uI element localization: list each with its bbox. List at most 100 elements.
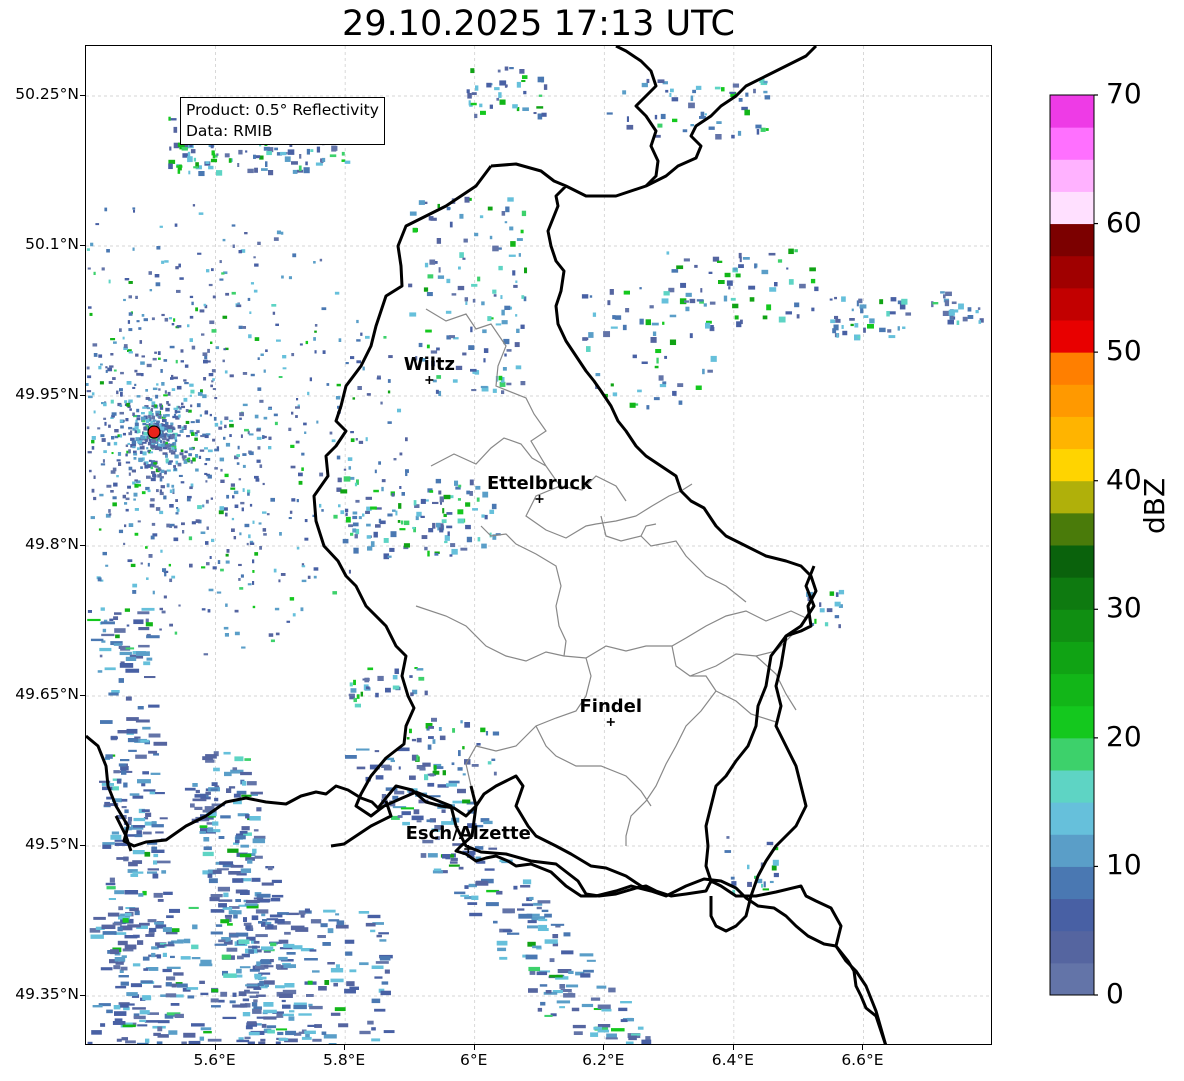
echo-cell <box>365 510 370 514</box>
echo-cell <box>850 323 854 327</box>
echo-cell <box>397 520 401 523</box>
echo-cell <box>101 438 106 442</box>
echo-cell <box>213 767 220 772</box>
echo-cell <box>331 145 337 152</box>
echo-cell <box>194 794 207 798</box>
echo-cell <box>136 830 142 835</box>
echo-cell <box>519 69 525 74</box>
product-label: Product: 0.5° Reflectivity <box>186 101 379 119</box>
echo-cell <box>518 913 533 919</box>
echo-cell <box>254 855 263 859</box>
echo-cell <box>166 469 171 472</box>
echo-cell <box>142 831 152 835</box>
echo-cell <box>607 300 611 306</box>
echo-cell <box>343 476 351 482</box>
echo-cell <box>362 678 365 681</box>
colorbar-bin <box>1050 448 1094 482</box>
colorbar-tick-label: 50 <box>1106 334 1142 368</box>
echo-cell <box>689 298 696 304</box>
echo-cell <box>146 635 160 639</box>
echo-cell <box>141 416 146 421</box>
echo-cell <box>159 607 164 611</box>
echo-cell <box>459 213 464 219</box>
echo-cell <box>950 315 954 319</box>
echo-cell <box>320 923 328 928</box>
echo-cell <box>247 168 254 174</box>
echo-cell <box>110 338 116 341</box>
echo-cell <box>146 447 149 450</box>
echo-cell <box>136 395 141 398</box>
lat-tick <box>80 245 85 246</box>
radar-map[interactable]: Wiltz Ettelbruck Findel Esch/Alzette Produc… <box>85 45 992 1045</box>
echo-cell <box>165 993 177 998</box>
echo-cell <box>660 113 666 120</box>
colorbar-tick-label: 30 <box>1106 591 1142 625</box>
echo-cell <box>654 365 659 369</box>
echo-cell <box>158 448 163 452</box>
echo-cell <box>689 333 693 339</box>
echo-cell <box>270 942 277 947</box>
echo-cell <box>504 66 509 71</box>
lat-tick-label: 49.5°N <box>25 835 79 853</box>
echo-cell <box>366 393 371 396</box>
echo-cell <box>181 402 184 406</box>
echo-cell <box>403 543 410 548</box>
echo-cell <box>336 383 341 387</box>
echo-cell <box>413 500 417 506</box>
echo-cell <box>162 437 167 440</box>
echo-cell <box>724 850 732 853</box>
echo-cell <box>378 461 382 465</box>
echo-cell <box>120 981 129 986</box>
echo-cell <box>132 871 144 874</box>
echo-cell <box>117 940 128 946</box>
echo-cell <box>103 450 107 454</box>
echo-cell <box>183 379 187 382</box>
echo-cell <box>151 821 157 825</box>
echo-cell <box>169 623 174 627</box>
echo-cell <box>580 973 591 978</box>
echo-cell <box>388 355 393 359</box>
echo-cell <box>95 223 100 226</box>
echo-cell <box>416 755 419 761</box>
echo-cell <box>154 274 160 278</box>
echo-cell <box>136 417 141 421</box>
echo-cell <box>501 390 505 395</box>
echo-cell <box>160 369 163 373</box>
echo-cell <box>462 352 467 356</box>
echo-cell <box>465 524 471 530</box>
echo-cell <box>352 397 356 400</box>
map-canvas: WiltzEttelbruckFindelEsch/Alzette <box>86 46 991 1044</box>
echo-cell <box>114 1011 127 1016</box>
echo-cell <box>451 762 455 766</box>
echo-cell <box>731 134 735 139</box>
echo-cell <box>445 310 452 314</box>
lat-tick-label: 49.35°N <box>15 985 79 1003</box>
echo-cell <box>271 894 284 898</box>
echo-cell <box>166 523 170 528</box>
echo-cell <box>102 459 105 463</box>
echo-cell <box>159 510 164 515</box>
echo-cell <box>126 728 138 734</box>
echo-cell <box>151 846 158 850</box>
echo-cell <box>169 345 175 349</box>
colorbar-bin <box>1050 191 1094 225</box>
echo-cell <box>394 668 399 675</box>
echo-cell <box>286 952 296 955</box>
echo-cell <box>132 590 137 594</box>
echo-cell <box>148 459 152 462</box>
echo-cell <box>427 744 432 750</box>
echo-cell <box>199 980 205 984</box>
echo-cell <box>93 475 96 479</box>
echo-cell <box>189 315 194 319</box>
echo-cell <box>162 568 167 572</box>
echo-cell <box>118 763 127 767</box>
echo-cell <box>492 289 497 294</box>
echo-cell <box>277 912 289 915</box>
echo-cell <box>504 305 511 311</box>
echo-cell <box>897 326 900 331</box>
echo-cell <box>252 838 266 844</box>
echo-cell <box>203 1031 212 1034</box>
echo-cell <box>189 144 193 148</box>
echo-cell <box>152 387 158 391</box>
echo-cell <box>410 692 414 697</box>
